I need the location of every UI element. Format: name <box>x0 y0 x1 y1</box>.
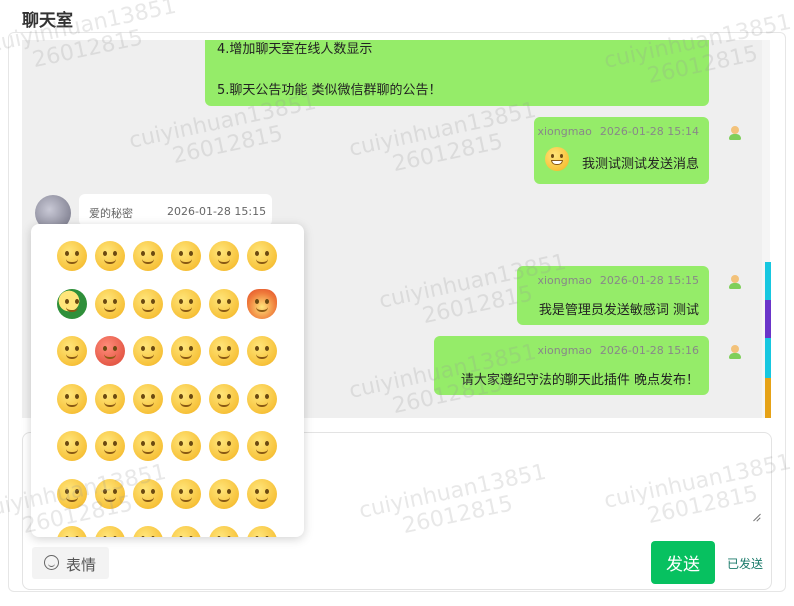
emoji-face-icon[interactable] <box>57 431 87 461</box>
notice-bubble: 4.增加聊天室在线人数显示 5.聊天公告功能 类似微信群聊的公告！ <box>205 40 709 106</box>
message-user: xiongmao <box>537 125 592 138</box>
emoji-face-icon[interactable] <box>133 336 163 366</box>
message-bubble: xiongmao 2026-01-28 15:15 我是管理员发送敏感词 测试 <box>517 266 709 325</box>
message-bubble: 爱的秘密 2026-01-28 15:15 <box>79 194 272 226</box>
message-text: 我测试测试发送消息 <box>581 157 699 172</box>
emoji-face-icon[interactable] <box>57 336 87 366</box>
message-time: 2026-01-28 15:14 <box>599 125 699 138</box>
emoji-face-icon[interactable] <box>95 336 125 366</box>
emoji-face-icon[interactable] <box>209 288 239 319</box>
emoji-face-icon[interactable] <box>133 478 163 509</box>
emoji-face-icon[interactable] <box>247 526 277 537</box>
message-bubble: xiongmao 2026-01-28 15:14 我测试测试发送消息 <box>534 117 709 184</box>
message-meta: xiongmao 2026-01-28 15:15 <box>537 274 699 287</box>
scroll-accent <box>765 378 771 418</box>
emoji-face-icon[interactable] <box>95 478 125 509</box>
emoji-face-icon[interactable] <box>95 241 125 271</box>
message-user: xiongmao <box>537 344 592 357</box>
scroll-accent <box>765 262 771 300</box>
sent-status: 已发送 <box>727 557 764 571</box>
emoji-face-icon[interactable] <box>171 431 201 461</box>
emoji-face-icon[interactable] <box>247 336 277 366</box>
emoji-panel <box>31 224 304 537</box>
emoji-face-icon[interactable] <box>133 431 163 461</box>
emoji-face-icon[interactable] <box>247 288 277 319</box>
message-time: 2026-01-28 15:16 <box>599 344 699 357</box>
emoji-face-icon[interactable] <box>95 526 125 537</box>
emoji-face-icon[interactable] <box>209 526 239 537</box>
emoji-face-icon[interactable] <box>57 478 87 509</box>
emoji-button[interactable]: 表情 <box>32 547 109 579</box>
emoji-face-icon[interactable] <box>57 288 87 319</box>
emoji-face-icon[interactable] <box>247 478 277 509</box>
message-time: 2026-01-28 15:15 <box>167 205 267 218</box>
emoji-face-icon[interactable] <box>133 288 163 319</box>
send-button[interactable]: 发送 <box>651 541 715 584</box>
message-bubble: xiongmao 2026-01-28 15:16 请大家遵纪守法的聊天此插件 晚… <box>434 336 709 395</box>
notice-line-5: 5.聊天公告功能 类似微信群聊的公告！ <box>217 83 442 98</box>
emoji-face-icon[interactable] <box>209 383 239 414</box>
emoji-face-icon[interactable] <box>57 383 87 414</box>
emoji-button-label: 表情 <box>66 556 97 574</box>
emoji-face-icon[interactable] <box>95 383 125 414</box>
emoji-face-icon[interactable] <box>57 526 87 537</box>
emoji-face-icon[interactable] <box>247 241 277 271</box>
emoji-face-icon[interactable] <box>171 526 201 537</box>
user-avatar[interactable] <box>727 344 743 360</box>
notice-line-4: 4.增加聊天室在线人数显示 <box>217 42 373 57</box>
grin-emoji-icon <box>545 147 569 171</box>
smile-icon <box>44 555 59 570</box>
emoji-face-icon[interactable] <box>171 288 201 319</box>
emoji-face-icon[interactable] <box>209 478 239 509</box>
emoji-face-icon[interactable] <box>171 478 201 509</box>
emoji-face-icon[interactable] <box>57 241 87 271</box>
emoji-face-icon[interactable] <box>133 526 163 537</box>
emoji-face-icon[interactable] <box>171 383 201 414</box>
emoji-face-icon[interactable] <box>247 431 277 461</box>
emoji-face-icon[interactable] <box>247 383 277 414</box>
resize-handle[interactable] <box>752 512 762 522</box>
scroll-accent <box>765 300 771 338</box>
emoji-face-icon[interactable] <box>95 288 125 319</box>
emoji-face-icon[interactable] <box>133 241 163 271</box>
emoji-face-icon[interactable] <box>171 241 201 271</box>
emoji-face-icon[interactable] <box>209 431 239 461</box>
user-avatar[interactable] <box>727 125 743 141</box>
scroll-accent <box>765 338 771 378</box>
message-text: 请大家遵纪守法的聊天此插件 晚点发布！ <box>460 373 699 388</box>
user-avatar[interactable] <box>727 274 743 290</box>
page-title: 聊天室 <box>22 11 73 31</box>
message-meta: xiongmao 2026-01-28 15:16 <box>537 344 699 357</box>
emoji-face-icon[interactable] <box>95 431 125 461</box>
message-time: 2026-01-28 15:15 <box>599 274 699 287</box>
emoji-face-icon[interactable] <box>209 336 239 366</box>
emoji-face-icon[interactable] <box>209 241 239 271</box>
message-text: 我是管理员发送敏感词 测试 <box>538 303 699 318</box>
message-user: xiongmao <box>537 274 592 287</box>
emoji-face-icon[interactable] <box>171 336 201 366</box>
emoji-face-icon[interactable] <box>133 383 163 414</box>
message-meta: xiongmao 2026-01-28 15:14 <box>537 125 699 138</box>
message-user: 爱的秘密 <box>89 207 133 220</box>
panel-caret <box>48 224 66 233</box>
